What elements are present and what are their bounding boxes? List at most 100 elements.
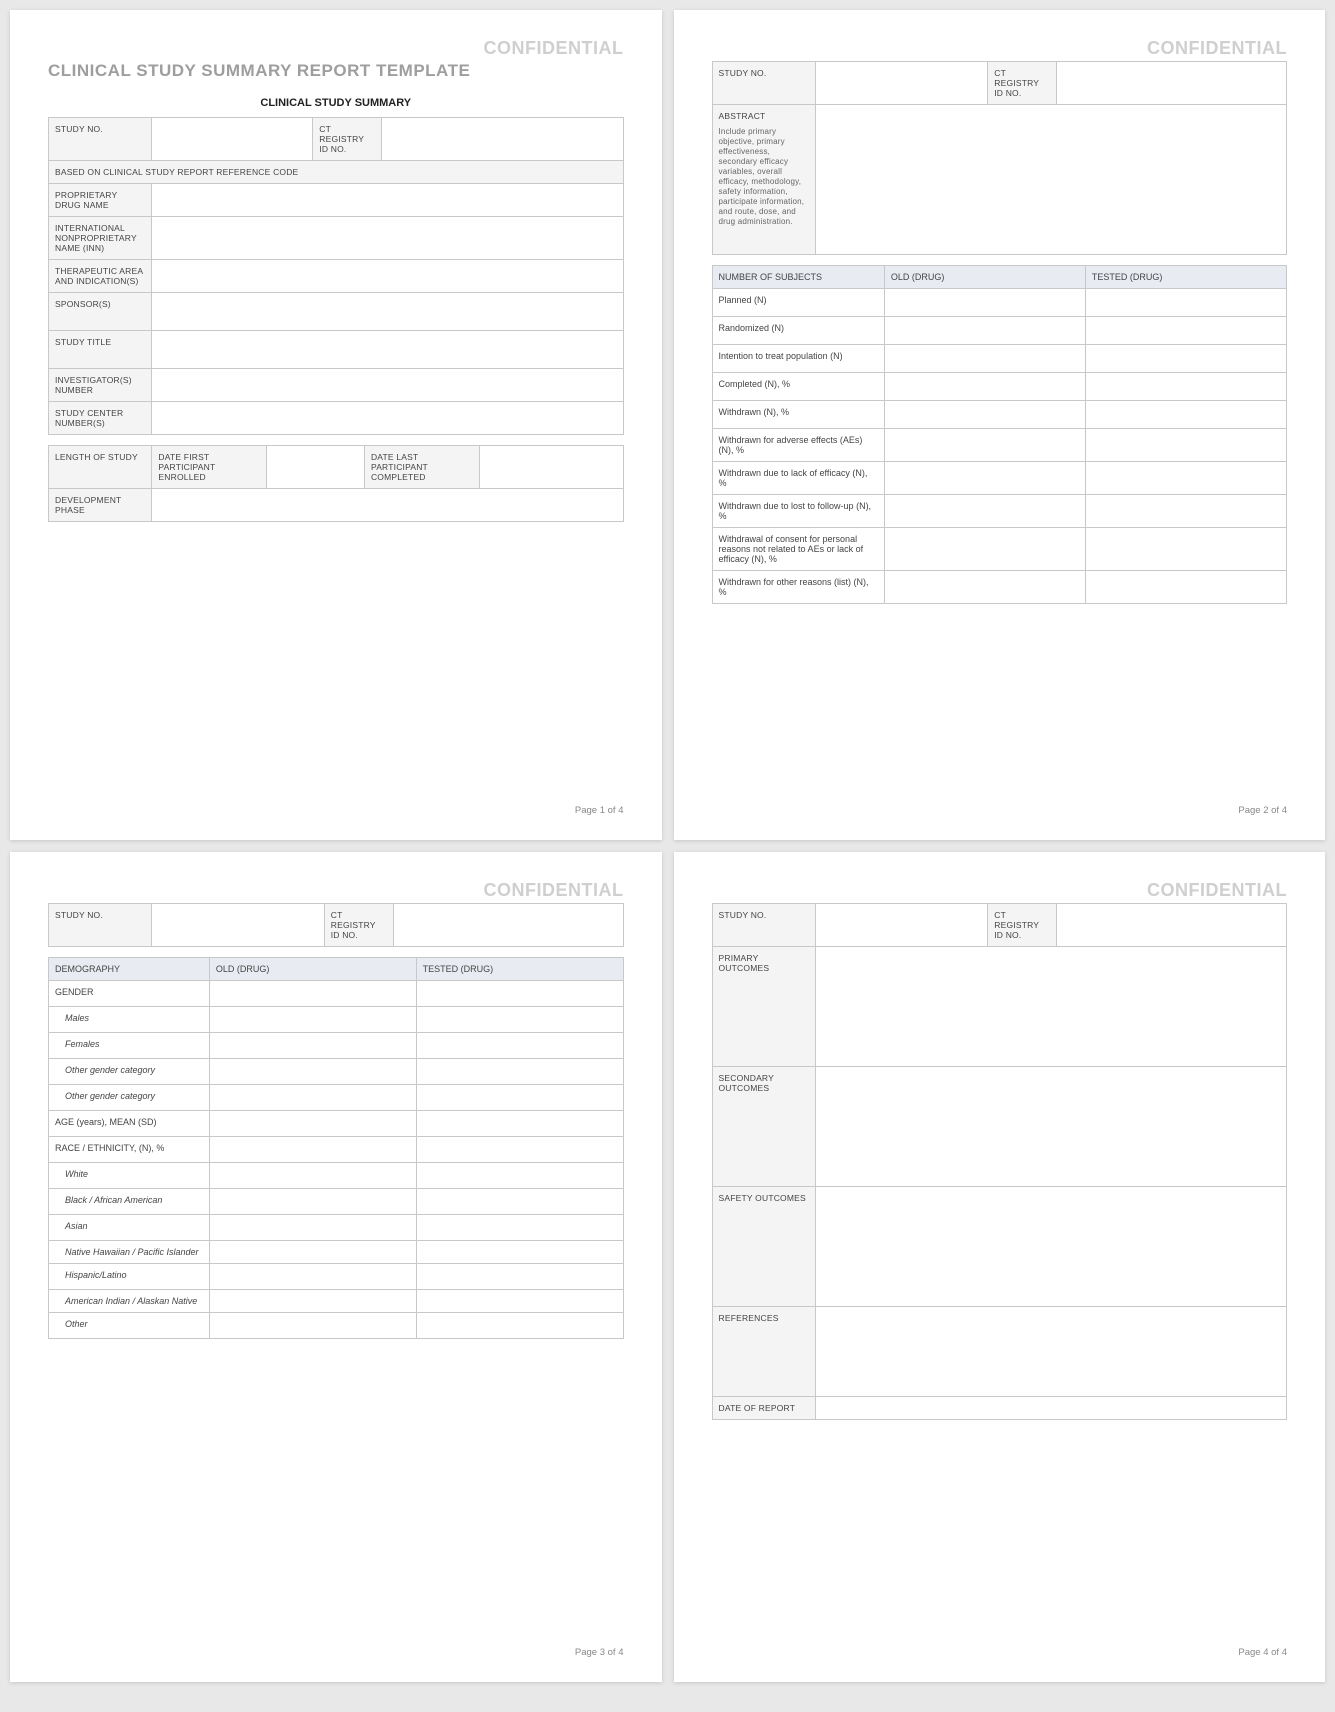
value-ct-registry [382, 118, 623, 161]
row-withdrawn-efficacy: Withdrawn due to lack of efficacy (N), % [712, 462, 884, 495]
row-other-gender-1: Other gender category [49, 1059, 210, 1085]
label-study-no: STUDY NO. [712, 904, 815, 947]
abstract-title: ABSTRACT [719, 111, 809, 121]
page-footer: Page 2 of 4 [712, 789, 1288, 816]
label-sponsor: SPONSOR(S) [49, 293, 152, 331]
page-4: CONFIDENTIAL STUDY NO. CT REGISTRY ID NO… [674, 852, 1326, 1682]
row-withdrawn-lost: Withdrawn due to lost to follow-up (N), … [712, 495, 884, 528]
value-therapeutic [152, 260, 623, 293]
row-asian: Asian [49, 1215, 210, 1241]
page-1: CONFIDENTIAL CLINICAL STUDY SUMMARY REPO… [10, 10, 662, 840]
document-title: CLINICAL STUDY SUMMARY REPORT TEMPLATE [48, 61, 624, 81]
value-abstract [815, 105, 1286, 255]
row-completed: Completed (N), % [712, 373, 884, 401]
confidential-watermark: CONFIDENTIAL [712, 38, 1288, 59]
label-primary-outcomes: PRIMARY OUTCOMES [712, 947, 815, 1067]
header-table: STUDY NO. CT REGISTRY ID NO. PRIMARY OUT… [712, 903, 1288, 1420]
page-3: CONFIDENTIAL STUDY NO. CT REGISTRY ID NO… [10, 852, 662, 1682]
row-gender: GENDER [49, 981, 210, 1007]
demography-table: DEMOGRAPHY OLD (DRUG) TESTED (DRUG) GEND… [48, 957, 624, 1339]
abstract-note: Include primary objective, primary effec… [719, 127, 809, 227]
label-study-no: STUDY NO. [712, 62, 815, 105]
value-study-no [152, 118, 313, 161]
label-abstract: ABSTRACT Include primary objective, prim… [712, 105, 815, 255]
row-withdrawn-ae: Withdrawn for adverse effects (AEs) (N),… [712, 429, 884, 462]
row-white: White [49, 1163, 210, 1189]
row-american-indian: American Indian / Alaskan Native [49, 1290, 210, 1313]
header-old-drug: OLD (DRUG) [884, 266, 1085, 289]
label-study-no: STUDY NO. [49, 118, 152, 161]
value-study-no [815, 62, 987, 105]
value-ct-registry [1057, 62, 1287, 105]
row-other-gender-2: Other gender category [49, 1085, 210, 1111]
value-date-of-report [815, 1397, 1286, 1420]
label-dev-phase: DEVELOPMENT PHASE [49, 489, 152, 522]
label-length: LENGTH OF STUDY [49, 446, 152, 489]
label-ct-registry: CT REGISTRY ID NO. [324, 904, 393, 947]
row-other-race: Other [49, 1313, 210, 1339]
label-ct-registry: CT REGISTRY ID NO. [988, 62, 1057, 105]
label-center: STUDY CENTER NUMBER(S) [49, 402, 152, 435]
value-ct-registry [393, 904, 623, 947]
value-proprietary [152, 184, 623, 217]
value-references [815, 1307, 1286, 1397]
row-females: Females [49, 1033, 210, 1059]
confidential-watermark: CONFIDENTIAL [48, 38, 624, 59]
row-native-hawaiian: Native Hawaiian / Pacific Islander [49, 1241, 210, 1264]
header-subjects: NUMBER OF SUBJECTS [712, 266, 884, 289]
label-based-on: BASED ON CLINICAL STUDY REPORT REFERENCE… [49, 161, 624, 184]
header-old-drug: OLD (DRUG) [209, 958, 416, 981]
subjects-table: NUMBER OF SUBJECTS OLD (DRUG) TESTED (DR… [712, 265, 1288, 604]
label-date-first: DATE FIRST PARTICIPANT ENROLLED [152, 446, 267, 489]
row-age: AGE (years), MEAN (SD) [49, 1111, 210, 1137]
header-tested-drug: TESTED (DRUG) [416, 958, 623, 981]
row-withdrawn: Withdrawn (N), % [712, 401, 884, 429]
page-footer: Page 3 of 4 [48, 1631, 624, 1658]
page-footer: Page 4 of 4 [712, 1631, 1288, 1658]
value-date-first [267, 446, 365, 489]
label-proprietary: PROPRIETARY DRUG NAME [49, 184, 152, 217]
section-heading: CLINICAL STUDY SUMMARY [48, 97, 624, 109]
label-safety-outcomes: SAFETY OUTCOMES [712, 1187, 815, 1307]
value-primary-outcomes [815, 947, 1286, 1067]
label-secondary-outcomes: SECONDARY OUTCOMES [712, 1067, 815, 1187]
confidential-watermark: CONFIDENTIAL [48, 880, 624, 901]
label-ct-registry: CT REGISTRY ID NO. [313, 118, 382, 161]
value-study-no [815, 904, 987, 947]
value-investigator [152, 369, 623, 402]
summary-table: STUDY NO. CT REGISTRY ID NO. BASED ON CL… [48, 117, 624, 435]
label-study-title: STUDY TITLE [49, 331, 152, 369]
label-ct-registry: CT REGISTRY ID NO. [988, 904, 1057, 947]
pages-grid: CONFIDENTIAL CLINICAL STUDY SUMMARY REPO… [10, 10, 1325, 1682]
label-therapeutic: THERAPEUTIC AREA AND INDICATION(S) [49, 260, 152, 293]
row-race: RACE / ETHNICITY, (N), % [49, 1137, 210, 1163]
row-itt: Intention to treat population (N) [712, 345, 884, 373]
page-2: CONFIDENTIAL STUDY NO. CT REGISTRY ID NO… [674, 10, 1326, 840]
label-date-last: DATE LAST PARTICIPANT COMPLETED [364, 446, 479, 489]
row-planned: Planned (N) [712, 289, 884, 317]
row-withdrawn-other: Withdrawn for other reasons (list) (N), … [712, 571, 884, 604]
value-secondary-outcomes [815, 1067, 1286, 1187]
row-hispanic: Hispanic/Latino [49, 1264, 210, 1290]
header-demography: DEMOGRAPHY [49, 958, 210, 981]
label-references: REFERENCES [712, 1307, 815, 1397]
row-withdrawn-consent: Withdrawal of consent for personal reaso… [712, 528, 884, 571]
row-black: Black / African American [49, 1189, 210, 1215]
value-center [152, 402, 623, 435]
header-table: STUDY NO. CT REGISTRY ID NO. [48, 903, 624, 947]
value-sponsor [152, 293, 623, 331]
value-study-title [152, 331, 623, 369]
value-study-no [152, 904, 324, 947]
value-inn [152, 217, 623, 260]
page-footer: Page 1 of 4 [48, 789, 624, 816]
length-table: LENGTH OF STUDY DATE FIRST PARTICIPANT E… [48, 445, 624, 522]
label-investigator: INVESTIGATOR(S) NUMBER [49, 369, 152, 402]
label-inn: INTERNATIONAL NONPROPRIETARY NAME (INN) [49, 217, 152, 260]
row-randomized: Randomized (N) [712, 317, 884, 345]
header-table: STUDY NO. CT REGISTRY ID NO. ABSTRACT In… [712, 61, 1288, 255]
label-date-of-report: DATE OF REPORT [712, 1397, 815, 1420]
row-males: Males [49, 1007, 210, 1033]
label-study-no: STUDY NO. [49, 904, 152, 947]
value-dev-phase [152, 489, 623, 522]
confidential-watermark: CONFIDENTIAL [712, 880, 1288, 901]
